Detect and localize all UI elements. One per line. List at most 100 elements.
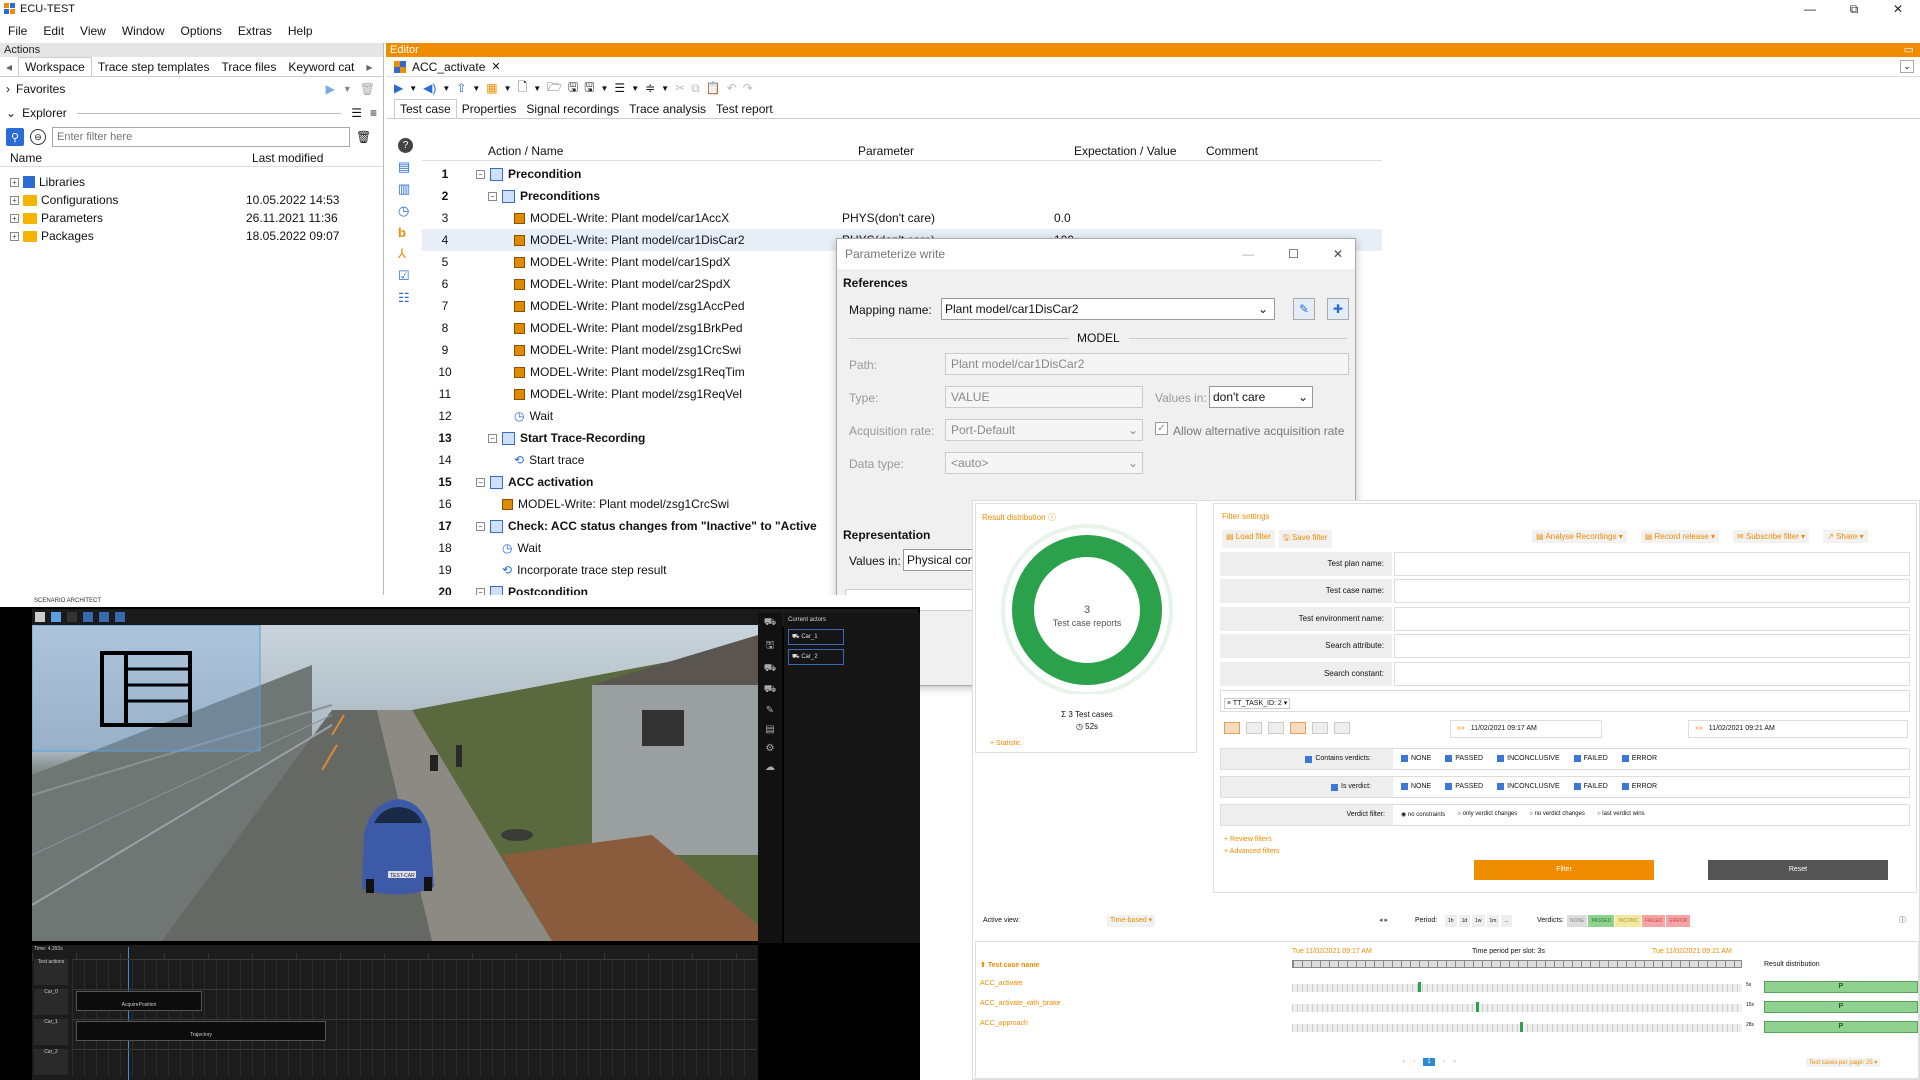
run-marker[interactable] <box>1418 982 1421 992</box>
test-step-row[interactable]: 2 − Preconditions <box>422 185 1382 207</box>
prev-page-icon[interactable]: ‹ <box>1413 1059 1415 1065</box>
first-page-icon[interactable]: « <box>1402 1059 1405 1065</box>
verdict-badge-error[interactable]: ERROR <box>1666 915 1691 927</box>
record-icon[interactable] <box>67 612 77 622</box>
add-mapping-button[interactable]: ✚ <box>1327 298 1349 320</box>
menu-file[interactable]: File <box>0 24 35 38</box>
verdict-checkbox-inconclusive[interactable]: INCONCLUSIVE <box>1497 755 1560 762</box>
tool-icon[interactable]: ✎ <box>766 705 774 716</box>
dialog-minimize-button[interactable]: — <box>1242 247 1254 261</box>
advanced-filters-link[interactable]: + Advanced filters <box>1224 848 1279 855</box>
test-case-link[interactable]: ACC_activate_with_brake <box>980 1000 1061 1007</box>
next-page-icon[interactable]: › <box>1443 1059 1445 1065</box>
blocks-icon[interactable]: ▦ <box>486 81 497 95</box>
collapse-icon[interactable]: − <box>476 169 485 179</box>
save-filter-button[interactable]: 🖫 Save filter <box>1278 530 1332 548</box>
run-icon[interactable]: ▶ <box>394 81 403 95</box>
rep-values-in-select[interactable]: Physical con <box>903 549 983 571</box>
tag-input[interactable]: × TT_TASK_ID: 2 ▾ <box>1220 690 1910 712</box>
result-bar-passed[interactable]: P <box>1764 1001 1918 1013</box>
dropdown-icon[interactable]: ▼ <box>661 84 669 93</box>
favorites-section[interactable]: › Favorites ▶ ▼ 🗑 <box>0 77 383 101</box>
tree-icon[interactable]: ⅄ <box>398 246 414 262</box>
timeline-clip[interactable]: AcquirePosition <box>76 991 202 1011</box>
test-case-link[interactable]: ACC_activate <box>980 980 1023 987</box>
statistic-link[interactable]: + Statistic <box>990 740 1021 747</box>
record-release-button[interactable]: ▤ Record release ▾ <box>1640 530 1720 543</box>
b-icon[interactable]: b <box>398 225 414 240</box>
explorer-row[interactable]: + Configurations 10.05.2022 14:53 <box>0 191 383 209</box>
analyse-recordings-button[interactable]: ▤ Analyse Recordings ▾ <box>1532 530 1627 543</box>
play-icon[interactable]: ▶ <box>326 82 335 96</box>
load-filter-button[interactable]: ▤ Load filter <box>1222 530 1275 548</box>
help-icon[interactable]: ? <box>398 138 413 153</box>
check-icon[interactable]: ☑ <box>398 268 414 284</box>
tool-icon[interactable] <box>99 612 109 622</box>
menu-options[interactable]: Options <box>173 24 230 38</box>
col-parameter[interactable]: Parameter <box>858 144 1074 158</box>
period-1d[interactable]: 1d <box>1458 915 1471 927</box>
verdict-checkbox-failed[interactable]: FAILED <box>1573 783 1608 790</box>
result-bar-passed[interactable]: P <box>1764 981 1918 993</box>
close-window-button[interactable]: ✕ <box>1876 0 1920 18</box>
run-marker[interactable] <box>1476 1002 1479 1012</box>
upload-icon[interactable]: ⇧ <box>456 81 466 95</box>
test-step-row[interactable]: 3 MODEL-Write: Plant model/car1AccX PHYS(d… <box>422 207 1382 229</box>
tab-scroll-right-icon[interactable]: ▸ <box>360 58 378 76</box>
checkbox-checked-icon[interactable] <box>1305 755 1313 763</box>
radio-only-verdict-changes[interactable]: ○ only verdict changes <box>1457 811 1517 818</box>
collapse-icon[interactable]: − <box>476 521 485 531</box>
share-button[interactable]: ↗ Share ▾ <box>1823 530 1868 543</box>
test-case-name-input[interactable] <box>1394 579 1910 603</box>
tab-trace-analysis[interactable]: Trace analysis <box>624 100 711 118</box>
tab-properties[interactable]: Properties <box>457 100 522 118</box>
list-icon[interactable]: ☷ <box>398 290 414 306</box>
col-action-name[interactable]: Action / Name <box>488 144 858 158</box>
help-icon[interactable]: ⓘ <box>1899 909 1906 933</box>
menu-edit[interactable]: Edit <box>35 24 72 38</box>
radio-last-verdict-wins[interactable]: ○ last verdict wins <box>1597 811 1645 818</box>
stop-icon[interactable] <box>51 612 61 622</box>
scenario-timeline[interactable]: Time: 4.393s Test actions Car_0 Car_1 Ca… <box>32 945 758 1080</box>
cloud-icon[interactable]: ☁ <box>765 762 775 773</box>
actor-item[interactable]: ⛟ Car_2 <box>788 649 844 665</box>
contains-verdicts-label[interactable]: Contains verdicts: <box>1221 749 1393 769</box>
explorer-row[interactable]: + Parameters 26.11.2021 11:36 <box>0 209 383 227</box>
verdict-checkbox-none[interactable]: NONE <box>1401 755 1431 762</box>
save-icon[interactable]: 🖫 <box>766 638 775 655</box>
calendar-icon[interactable] <box>1224 722 1240 734</box>
menu-help[interactable]: Help <box>280 24 321 38</box>
doc-icon[interactable]: ▤ <box>765 724 774 735</box>
undo-icon[interactable]: ↶ <box>727 81 737 95</box>
dropdown-icon[interactable]: ▼ <box>601 84 609 93</box>
clock-icon[interactable]: ◷ <box>398 203 414 219</box>
signal-icon[interactable]: ◀) <box>423 81 436 95</box>
dropdown-icon[interactable]: ▼ <box>472 84 480 93</box>
verdict-checkbox-inconclusive[interactable]: INCONCLUSIVE <box>1497 783 1560 790</box>
expand-icon[interactable]: + <box>10 213 19 223</box>
prev-period-button[interactable]: ◂ ▸ <box>1379 909 1388 933</box>
dropdown-icon[interactable]: ▼ <box>631 84 639 93</box>
values-in-select[interactable]: don't care ⌄ <box>1209 386 1313 408</box>
timeline-clip[interactable]: Trajectory <box>76 1021 326 1041</box>
tab-test-report[interactable]: Test report <box>711 100 778 118</box>
col-expectation[interactable]: Expectation / Value <box>1074 144 1206 158</box>
verdict-badge-failed[interactable]: FAILED <box>1642 915 1666 927</box>
result-bar-passed[interactable]: P <box>1764 1021 1918 1033</box>
period-more[interactable]: ... <box>1501 915 1512 927</box>
checkbox-checked-icon[interactable] <box>1331 783 1339 791</box>
period-1m[interactable]: 1m <box>1486 915 1500 927</box>
copy-icon[interactable]: ⧉ <box>691 81 700 96</box>
explorer-row[interactable]: + Packages 18.05.2022 09:07 <box>0 227 383 245</box>
tab-signal-recordings[interactable]: Signal recordings <box>521 100 624 118</box>
verdict-checkbox-none[interactable]: NONE <box>1401 783 1431 790</box>
settings-icon[interactable]: ⚙ <box>766 743 775 754</box>
type-field[interactable]: VALUE <box>945 386 1143 408</box>
verdict-badge-passed[interactable]: PASSED <box>1588 915 1615 927</box>
save-as-icon[interactable]: 🖫 <box>584 78 594 99</box>
indent-icon[interactable]: ≑ <box>645 81 655 95</box>
calendar-icon[interactable] <box>1334 722 1350 734</box>
task-id-tag[interactable]: × TT_TASK_ID: 2 ▾ <box>1224 698 1291 709</box>
document-tab[interactable]: ACC_activate <box>412 60 485 74</box>
tab-list-dropdown-icon[interactable]: ⌄ <box>1900 60 1914 73</box>
